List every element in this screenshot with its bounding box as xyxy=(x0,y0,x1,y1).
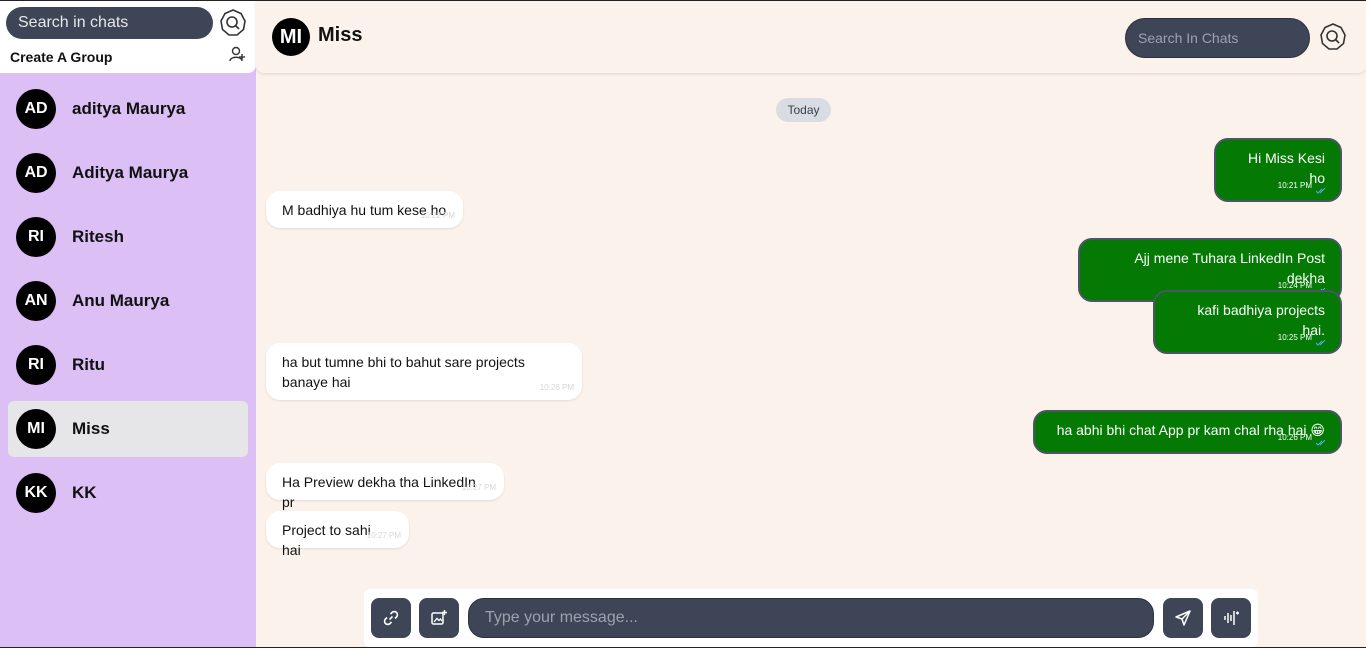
message-input[interactable]: Type your message... xyxy=(468,598,1154,638)
chat-header: MI Miss Search In Chats xyxy=(256,1,1366,73)
create-group-label[interactable]: Create A Group xyxy=(10,49,112,65)
double-check-icon xyxy=(1316,340,1326,346)
message-composer: Type your message... xyxy=(364,589,1258,647)
contact-item[interactable]: AD aditya Maurya xyxy=(8,81,248,137)
sidebar-top: Search in chats Create A Group xyxy=(0,1,256,73)
message-time: 10:26 PM xyxy=(539,383,574,392)
add-image-button[interactable] xyxy=(419,598,459,638)
contact-item[interactable]: KK KK xyxy=(8,465,248,521)
contact-name: Miss xyxy=(72,419,110,438)
contact-name: Anu Maurya xyxy=(72,291,170,310)
contact-item[interactable]: RI Ritesh xyxy=(8,209,248,265)
contact-item[interactable]: AD Aditya Maurya xyxy=(8,145,248,201)
double-check-icon xyxy=(1316,440,1326,446)
search-input[interactable]: Search in chats xyxy=(6,7,213,39)
message-time: 10:26 PM xyxy=(1277,433,1312,442)
message-incoming[interactable]: Ha Preview dekha tha LinkedIn pr 10:27 P… xyxy=(266,463,504,510)
attach-link-button[interactable] xyxy=(371,598,411,638)
contact-item[interactable]: RI Ritu xyxy=(8,337,248,393)
double-check-icon xyxy=(1316,188,1326,194)
message-outgoing[interactable]: Hi Miss Kesi ho 10:21 PM xyxy=(1214,138,1342,202)
settings-icon[interactable] xyxy=(1319,23,1347,56)
contact-name: aditya Maurya xyxy=(72,99,186,118)
avatar: KK xyxy=(16,473,56,513)
image-add-icon xyxy=(431,610,447,625)
contact-name: Ritu xyxy=(72,355,106,374)
avatar: AN xyxy=(16,281,56,321)
link-icon xyxy=(383,610,399,626)
message-time: 10:21 PM xyxy=(1277,181,1312,190)
contact-item-active[interactable]: MI Miss xyxy=(8,401,248,457)
message-time: 10:22 PM xyxy=(420,211,455,220)
send-icon xyxy=(1175,610,1191,626)
send-button[interactable] xyxy=(1163,598,1203,638)
message-text: Ha Preview dekha tha LinkedIn pr xyxy=(282,474,476,510)
avatar: AD xyxy=(16,89,56,129)
chat-panel: MI Miss Search In Chats Today Hi Miss Ke… xyxy=(256,1,1366,647)
message-outgoing[interactable]: kafi badhiya projects hai. 10:25 PM xyxy=(1153,290,1342,354)
sidebar: Search in chats Create A Group AD aditya… xyxy=(0,1,256,647)
avatar: RI xyxy=(16,217,56,257)
message-time: 10:25 PM xyxy=(1277,333,1312,342)
voice-button[interactable] xyxy=(1211,598,1251,638)
contact-list: AD aditya Maurya AD Aditya Maurya RI Rit… xyxy=(0,73,256,521)
message-text: Project to sahi hai xyxy=(282,522,371,558)
contact-name: Aditya Maurya xyxy=(72,163,189,182)
contact-name: KK xyxy=(72,483,97,502)
chat-search-input[interactable]: Search In Chats xyxy=(1125,18,1310,58)
message-text: ha but tumne bhi to bahut sare projects … xyxy=(282,354,525,390)
settings-icon[interactable] xyxy=(219,9,247,37)
contact-name: Ritesh xyxy=(72,227,124,246)
avatar: RI xyxy=(16,345,56,385)
chat-title: Miss xyxy=(318,23,363,46)
avatar[interactable]: MI xyxy=(272,18,310,56)
message-incoming[interactable]: Project to sahi hai 10:27 PM xyxy=(266,511,409,558)
add-group-icon[interactable] xyxy=(228,45,246,68)
message-time: 10:27 PM xyxy=(366,531,401,540)
message-incoming[interactable]: M badhiya hu tum kese ho 10:22 PM xyxy=(266,191,463,228)
contact-item[interactable]: AN Anu Maurya xyxy=(8,273,248,329)
date-separator: Today xyxy=(776,98,831,122)
audio-wave-icon xyxy=(1224,611,1239,625)
avatar: AD xyxy=(16,153,56,193)
message-incoming[interactable]: ha but tumne bhi to bahut sare projects … xyxy=(266,343,582,400)
message-time: 10:27 PM xyxy=(461,483,496,492)
message-outgoing[interactable]: ha abhi bhi chat App pr kam chal rha hai… xyxy=(1033,410,1342,454)
avatar: MI xyxy=(16,409,56,449)
